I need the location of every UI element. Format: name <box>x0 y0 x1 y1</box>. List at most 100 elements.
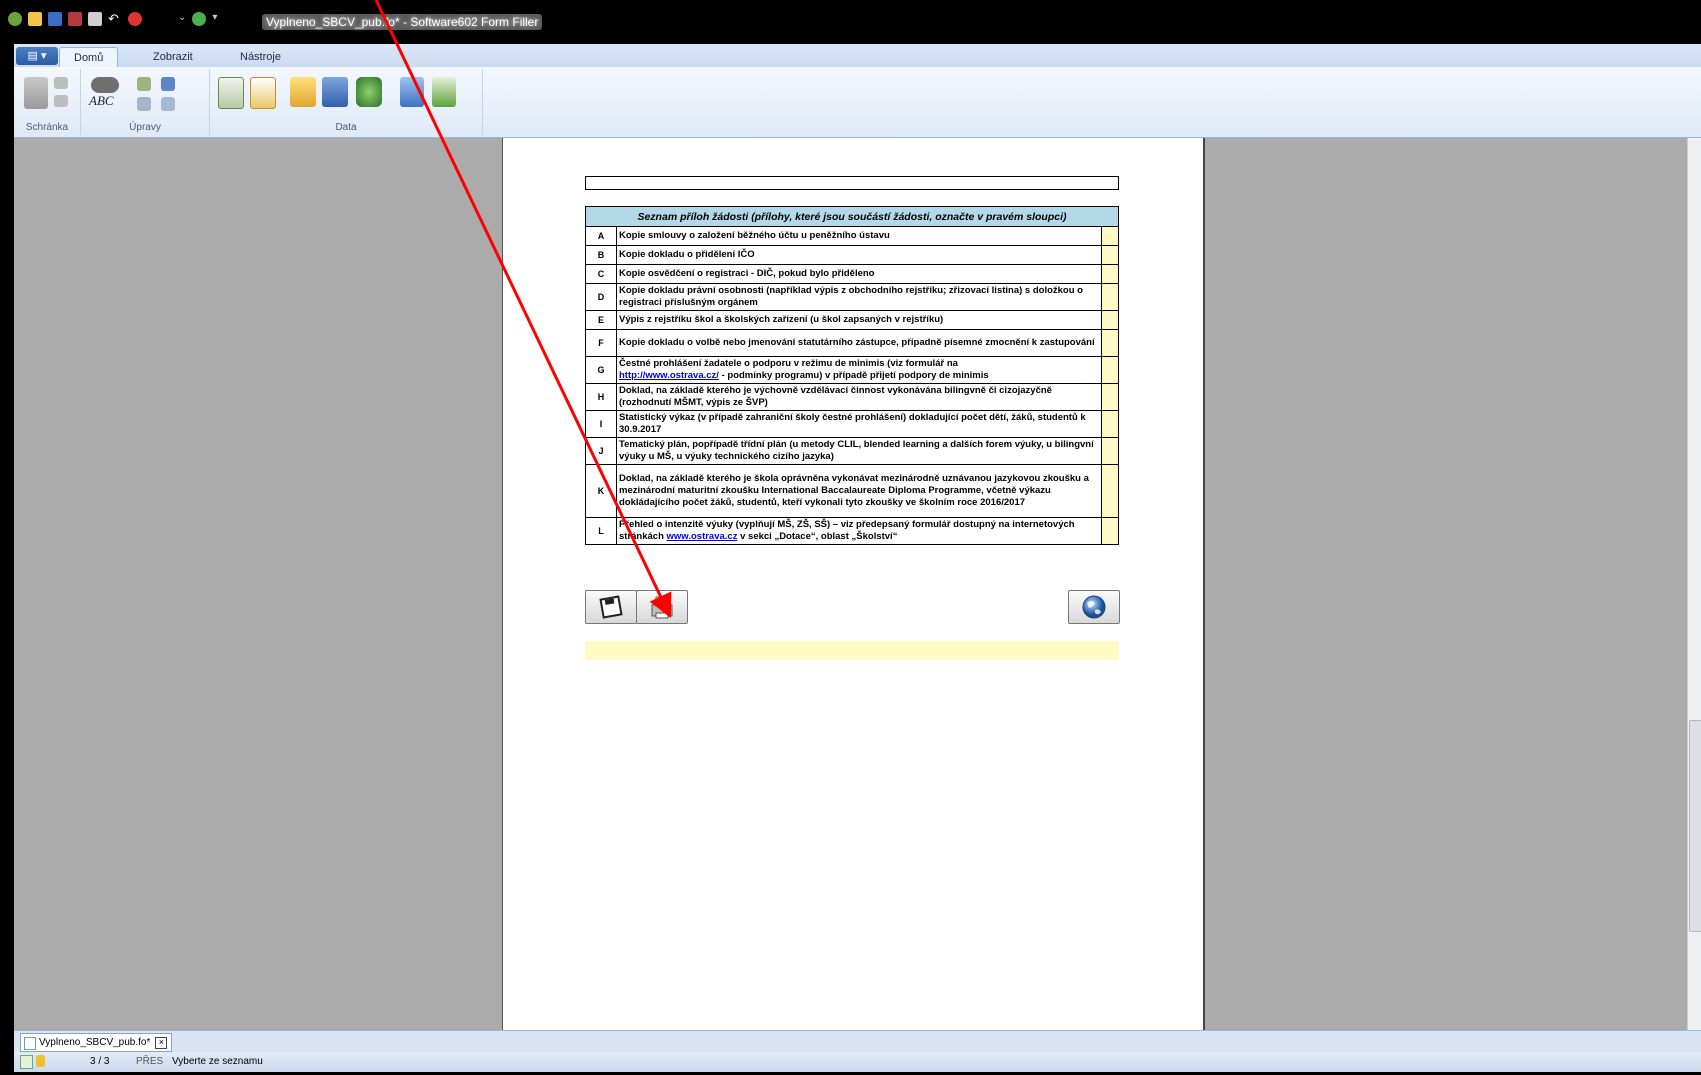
table-row: F Kopie dokladu o volbě nebo jmenování st… <box>585 329 1119 357</box>
scrollbar-thumb[interactable] <box>1689 720 1701 932</box>
group-upravy: ABC Úpravy <box>81 69 210 135</box>
attachment-checkbox[interactable] <box>1101 310 1119 330</box>
web-data-icon[interactable] <box>356 77 382 107</box>
print-icon[interactable] <box>88 12 102 26</box>
row-letter: D <box>585 283 617 311</box>
document-tab-label: Vyplneno_SBCV_pub.fo* <box>39 1037 151 1048</box>
copy-icon[interactable] <box>54 95 68 107</box>
row-letter: B <box>585 245 617 265</box>
yellow-input-field[interactable] <box>585 641 1119 660</box>
window-title: Vyplneno_SBCV_pub.fo* - Software602 Form… <box>262 14 543 30</box>
save-data-icon[interactable] <box>322 77 348 107</box>
redo-edit-icon[interactable] <box>161 97 175 111</box>
group-label: Schránka <box>25 122 69 133</box>
row-link[interactable]: http://www.ostrava.cz/ <box>619 370 719 381</box>
add-icon[interactable] <box>192 12 207 26</box>
table-row: C Kopie osvědčení o registraci - DIČ, pok… <box>585 264 1119 284</box>
text-field[interactable] <box>585 176 1119 190</box>
row-letter: E <box>585 310 617 330</box>
undo-icon[interactable]: ↶ <box>108 12 122 26</box>
ribbon-panel: Schránka ABC Úpravy Data <box>14 67 1701 138</box>
close-tab-icon[interactable]: × <box>155 1037 168 1049</box>
validate-icon[interactable] <box>432 77 456 107</box>
attachment-checkbox[interactable] <box>1101 283 1119 311</box>
row-description: Kopie osvědčení o registraci - DIČ, poku… <box>616 264 1102 284</box>
save-icon[interactable] <box>48 12 62 26</box>
group-label: Úpravy <box>129 122 161 133</box>
row-text: - podmínky programu) v případě přijetí p… <box>718 370 989 381</box>
select-icon[interactable] <box>137 97 151 111</box>
stop-icon[interactable] <box>128 12 142 26</box>
tab-zobrazit[interactable]: Zobrazit <box>139 47 207 67</box>
undo-edit-icon[interactable] <box>161 77 175 91</box>
row-description: Kopie smlouvy o založení běžného účtu u … <box>616 226 1102 246</box>
row-description: Doklad, na základě kterého je škola oprá… <box>616 464 1102 518</box>
title-bar: ↶ ⌄ ▾ Vyplneno_SBCV_pub.fo* - Software60… <box>0 0 1701 44</box>
group-data: Data <box>210 69 483 135</box>
spellcheck-icon[interactable]: ABC <box>89 93 123 111</box>
row-description: Kopie dokladu o volbě nebo jmenování sta… <box>616 329 1102 357</box>
row-description: Výpis z rejstříku škol a školských zaříz… <box>616 310 1102 330</box>
paste-icon[interactable] <box>24 77 48 109</box>
table-row: H Doklad, na základě kterého je výchovně … <box>585 383 1119 411</box>
save-form-button[interactable] <box>585 590 637 624</box>
dropdown-icon[interactable]: ⌄ <box>178 12 186 26</box>
document-icon <box>24 1037 36 1050</box>
insert-mode: PŘES <box>136 1056 164 1067</box>
print-form-button[interactable] <box>636 590 688 624</box>
attachment-checkbox[interactable] <box>1101 264 1119 284</box>
table-row: D Kopie dokladu právní osobnosti (napříkl… <box>585 283 1119 311</box>
row-text: v sekci „Dotace“, oblast „Školství“ <box>737 531 898 542</box>
globe-icon <box>1082 595 1106 619</box>
row-description: Kopie dokladu o přidělení IČO <box>616 245 1102 265</box>
printer-icon <box>651 596 673 619</box>
status-message: Vyberte ze seznamu <box>172 1056 263 1067</box>
customize-toolbar-icon[interactable]: ▾ <box>212 12 217 26</box>
attachment-checkbox[interactable] <box>1101 329 1119 357</box>
attachment-checkbox[interactable] <box>1101 410 1119 438</box>
status-bar: 3 / 3 PŘES Vyberte ze seznamu <box>14 1052 1701 1072</box>
table-row: G Čestné prohlášení žadatele o podporu v … <box>585 356 1119 384</box>
attachment-checkbox[interactable] <box>1101 226 1119 246</box>
row-letter: A <box>585 226 617 246</box>
row-description: Kopie dokladu právní osobnosti (napříkla… <box>616 283 1102 311</box>
find-binoculars-icon[interactable] <box>91 77 119 93</box>
app-logo-icon[interactable] <box>8 12 22 26</box>
application-menu-button[interactable]: ▤ ▾ <box>16 47 58 65</box>
attachment-checkbox[interactable] <box>1101 437 1119 465</box>
edit-mode-icon <box>20 1055 33 1069</box>
table-row: E Výpis z rejstříku škol a školských zaří… <box>585 310 1119 330</box>
attachment-checkbox[interactable] <box>1101 356 1119 384</box>
row-letter: C <box>585 264 617 284</box>
cut-icon[interactable] <box>54 77 68 89</box>
ribbon-tab-bar: ▤ ▾ Domů Zobrazit Nástroje <box>14 44 1701 68</box>
quick-access-toolbar: ↶ ⌄ ▾ <box>8 12 217 26</box>
table-row: J Tematický plán, popřípadě třídní plán (… <box>585 437 1119 465</box>
open-data-icon[interactable] <box>290 77 316 107</box>
replace-icon[interactable] <box>137 77 151 91</box>
attachment-checkbox[interactable] <box>1101 517 1119 545</box>
floppy-disk-icon <box>599 595 623 619</box>
row-link[interactable]: www.ostrava.cz <box>667 531 738 542</box>
table-row: I Statistický výkaz (v případě zahraniční… <box>585 410 1119 438</box>
table-row: L Přehled o intenzitě výuky (vyplňují MŠ,… <box>585 517 1119 545</box>
form-data-icon[interactable] <box>218 77 244 109</box>
attachments-table: Seznam příloh žádosti (přílohy, které js… <box>585 206 1119 545</box>
web-submit-button[interactable] <box>1068 590 1120 624</box>
attachment-checkbox[interactable] <box>1101 383 1119 411</box>
table-row: A Kopie smlouvy o založení běžného účtu u… <box>585 226 1119 246</box>
table-row: K Doklad, na základě kterého je škola opr… <box>585 464 1119 518</box>
open-folder-icon[interactable] <box>28 12 42 26</box>
table-header: Seznam příloh žádosti (přílohy, které js… <box>585 206 1119 227</box>
attachment-checkbox[interactable] <box>1101 245 1119 265</box>
export-icon[interactable] <box>250 77 276 109</box>
attachment-checkbox[interactable] <box>1101 464 1119 518</box>
save-as-icon[interactable] <box>68 12 82 26</box>
row-letter: L <box>585 517 617 545</box>
tab-nastroje[interactable]: Nástroje <box>226 47 295 67</box>
row-letter: I <box>585 410 617 438</box>
tab-domu[interactable]: Domů <box>59 47 119 68</box>
document-tab[interactable]: Vyplneno_SBCV_pub.fo* × <box>20 1033 173 1052</box>
calculate-icon[interactable] <box>400 77 424 107</box>
lock-icon <box>36 1055 45 1067</box>
